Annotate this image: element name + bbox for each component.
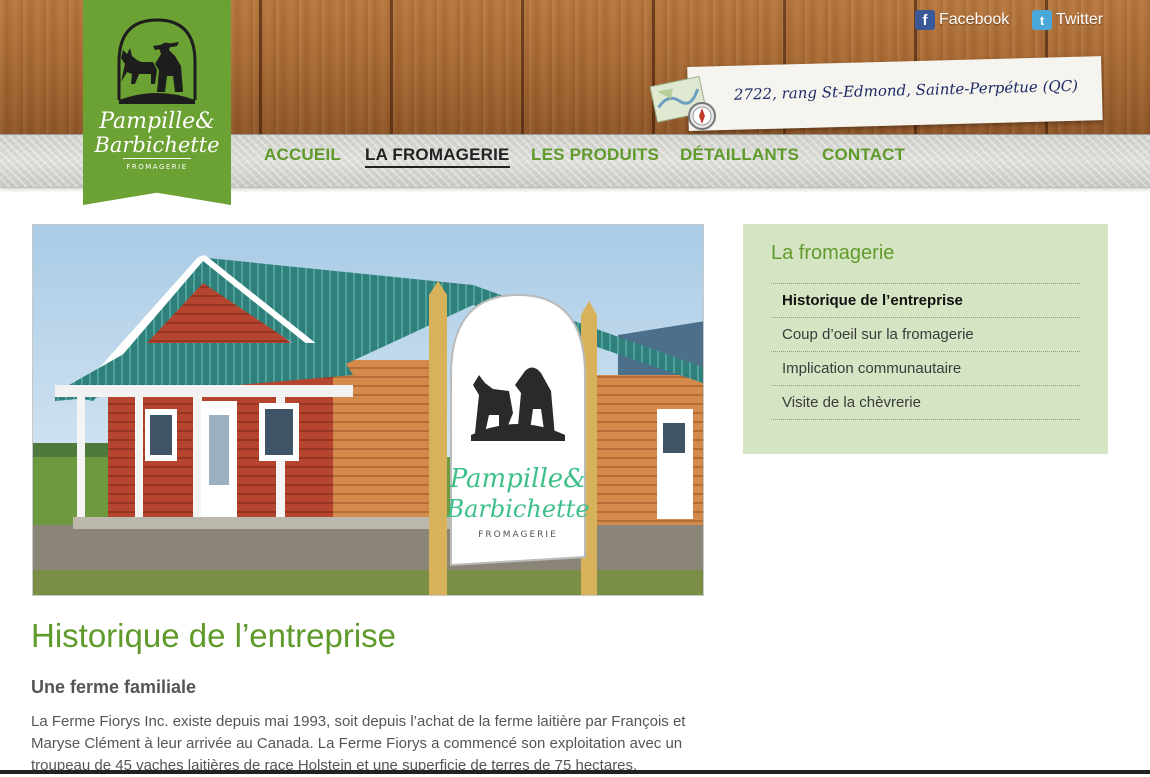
sidebar-list: Historique de l’entreprise Coup d’oeil s…: [771, 283, 1080, 420]
section-subtitle: Une ferme familiale: [31, 677, 197, 697]
nav-contact[interactable]: CONTACT: [822, 145, 905, 165]
svg-text:FROMAGERIE: FROMAGERIE: [478, 530, 558, 540]
site-logo[interactable]: Pampille& Barbichette FROMAGERIE: [83, 0, 231, 205]
window-bottom-edge: [0, 770, 1150, 774]
facebook-label: Facebook: [939, 11, 1010, 28]
address-text: 2722, rang St-Edmond, Sainte-Perpétue (Q…: [733, 76, 1079, 104]
twitter-link[interactable]: t Twitter: [1032, 10, 1103, 30]
svg-text:Pampille&: Pampille&: [449, 464, 587, 494]
nav-detaillants[interactable]: DÉTAILLANTS: [680, 145, 799, 165]
sidebar-item-implication[interactable]: Implication communautaire: [771, 352, 1080, 386]
svg-text:FROMAGERIE: FROMAGERIE: [126, 163, 187, 171]
nav-accueil[interactable]: ACCUEIL: [264, 145, 341, 165]
nav-les-produits[interactable]: LES PRODUITS: [531, 145, 659, 165]
fromagerie-photo: Pampille& Barbichette FROMAGERIE: [32, 224, 704, 596]
svg-text:Barbichette: Barbichette: [445, 495, 589, 523]
svg-text:Pampille&: Pampille&: [98, 109, 215, 134]
sidebar-title: La fromagerie: [771, 242, 895, 264]
sidebar-item-coup-doeil[interactable]: Coup d’oeil sur la fromagerie: [771, 318, 1080, 352]
svg-text:Barbichette: Barbichette: [93, 133, 219, 157]
twitter-label: Twitter: [1056, 11, 1104, 28]
twitter-icon: t: [1032, 10, 1052, 30]
body-paragraph: La Ferme Fiorys Inc. existe depuis mai 1…: [31, 713, 686, 774]
address-note: 2722, rang St-Edmond, Sainte-Perpétue (Q…: [687, 56, 1103, 131]
sidebar-item-historique[interactable]: Historique de l’entreprise: [771, 284, 1080, 318]
facebook-icon: f: [915, 10, 935, 30]
facebook-link[interactable]: f Facebook: [915, 10, 1009, 30]
map-compass-icon: [650, 75, 716, 130]
page-title: Historique de l’entreprise: [31, 617, 397, 654]
sidebar-item-visite-chevrerie[interactable]: Visite de la chèvrerie: [771, 386, 1080, 420]
sidebar-submenu: La fromagerie Historique de l’entreprise…: [743, 224, 1108, 454]
nav-la-fromagerie[interactable]: LA FROMAGERIE: [365, 145, 510, 168]
